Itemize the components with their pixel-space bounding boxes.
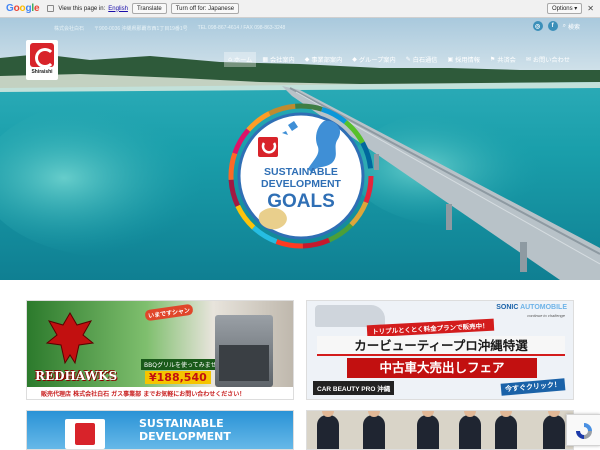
recaptcha-icon	[576, 423, 592, 439]
grill-image	[215, 315, 273, 387]
instagram-icon[interactable]: ◎	[532, 21, 543, 31]
nav-item-mutual-aid[interactable]: ⚑ 共済会	[486, 52, 520, 67]
company-address: 〒900-0036 沖縄県那覇市西1丁目19番1号	[94, 26, 188, 32]
translate-button[interactable]: Translate	[131, 3, 167, 14]
tag-icon: ◆	[304, 56, 310, 63]
logo-mark-icon	[30, 43, 55, 68]
header-info: 株式会社白石 〒900-0036 沖縄県那覇市西1丁目19番1号 TEL 098…	[54, 25, 285, 32]
translate-bar-right: Options ▾ ✕	[543, 3, 594, 14]
staff-photo-banner[interactable]	[306, 410, 574, 450]
sdg-badge: SUSTAINABLE DEVELOPMENT GOALS	[228, 103, 374, 249]
redhawks-banner[interactable]: REDHAWKS いまですシャン BBQグリルを使ってみませんか ¥188,54…	[26, 300, 294, 400]
sdg-banner[interactable]: SUSTAINABLE DEVELOPMENT	[26, 410, 294, 450]
person	[543, 411, 565, 449]
redhawks-title: REDHAWKS	[35, 369, 118, 383]
nav-item-company[interactable]: ▦ 会社案内	[258, 52, 298, 67]
search-icon: ⌕	[562, 22, 566, 29]
nav-item-recruit[interactable]: ▣ 採用情報	[443, 52, 483, 67]
sonic-sub-title: 中古車大売出しフェア	[347, 358, 537, 378]
person	[417, 411, 439, 449]
nav-item-news[interactable]: ✎ 白石通信	[402, 52, 442, 67]
company-name: 株式会社白石	[54, 26, 85, 32]
nav-item-contact[interactable]: ✉ お問い合わせ	[522, 52, 574, 67]
tag-icon: ◆	[352, 56, 357, 63]
shiraishi-logo-icon	[65, 419, 105, 449]
sonic-tagline: continue to challenge	[527, 313, 565, 318]
pencil-icon: ✎	[405, 56, 411, 63]
translate-bar: Google View this page in: English Transl…	[0, 0, 600, 18]
car-beauty-pro-logo: CAR BEAUTY PRO 沖縄	[313, 381, 395, 395]
id-card-icon: ▣	[447, 56, 454, 63]
sdg-line3: GOALS	[267, 191, 335, 212]
header-tools: ◎ f ⌕ 検索	[532, 21, 580, 31]
building-icon: ▦	[262, 56, 268, 63]
sonic-main-title: カービューティープロ沖縄特選	[317, 336, 565, 356]
redhawks-footer-text: 販売代理店 株式会社白石 ガス事業部 までお気軽にお問い合わせください！	[27, 387, 293, 399]
redhawks-speech: いまですシャン	[144, 303, 194, 322]
sdg-line1: SUSTAINABLE	[264, 166, 338, 178]
sdg-banner-text: SUSTAINABLE DEVELOPMENT	[139, 417, 231, 443]
company-phone: TEL 098-867-4614 / FAX 098-863-3248	[197, 25, 286, 31]
person	[459, 411, 481, 449]
flag-icon: ⚑	[489, 56, 496, 63]
facebook-icon[interactable]: f	[547, 21, 558, 31]
car-image	[315, 305, 385, 327]
person	[495, 411, 517, 449]
click-now-label: 今すぐクリック！	[500, 378, 566, 396]
person	[317, 411, 339, 449]
site-logo[interactable]: Shiraishi	[26, 40, 58, 80]
hero-section: 株式会社白石 〒900-0036 沖縄県那覇市西1丁目19番1号 TEL 098…	[0, 18, 600, 280]
person	[363, 411, 385, 449]
sonic-automobile-banner[interactable]: SONIC AUTOMOBILE continue to challenge ト…	[306, 300, 574, 400]
google-logo: Google	[6, 3, 40, 14]
redhawks-price: ¥188,540	[145, 371, 211, 384]
hawk-emblem-icon	[45, 312, 95, 365]
turn-off-button[interactable]: Turn off for: Japanese	[170, 3, 240, 14]
recaptcha-badge[interactable]	[566, 414, 600, 446]
close-icon[interactable]: ✕	[587, 4, 594, 13]
language-select[interactable]: English	[108, 6, 128, 12]
staff-photo	[307, 411, 573, 449]
sonic-logo: SONIC AUTOMOBILE	[496, 304, 567, 311]
nav-item-home[interactable]: ⌂ ホーム	[224, 52, 257, 67]
view-page-text: View this page in:	[58, 5, 106, 12]
page-icon	[47, 5, 55, 12]
nav-item-group[interactable]: ◆ グループ案内	[348, 52, 399, 67]
sdg-line2: DEVELOPMENT	[261, 178, 342, 190]
search-button[interactable]: ⌕ 検索	[563, 22, 580, 31]
options-button[interactable]: Options ▾	[546, 3, 583, 14]
logo-name: Shiraishi	[31, 69, 53, 75]
search-label: 検索	[567, 24, 580, 31]
home-icon: ⌂	[228, 56, 232, 63]
sonic-promo: トリプルとくとく料金プランで販売中！	[366, 318, 494, 338]
banner-grid: REDHAWKS いまですシャン BBQグリルを使ってみませんか ¥188,54…	[0, 280, 600, 450]
nav-item-divisions[interactable]: ◆ 事業部案内	[301, 52, 347, 67]
main-nav: ⌂ ホーム ▦ 会社案内 ◆ 事業部案内 ◆ グループ案内 ✎ 白石通信 ▣ 採用情報 ⚑ 共…	[224, 52, 574, 67]
mail-icon: ✉	[525, 56, 531, 63]
